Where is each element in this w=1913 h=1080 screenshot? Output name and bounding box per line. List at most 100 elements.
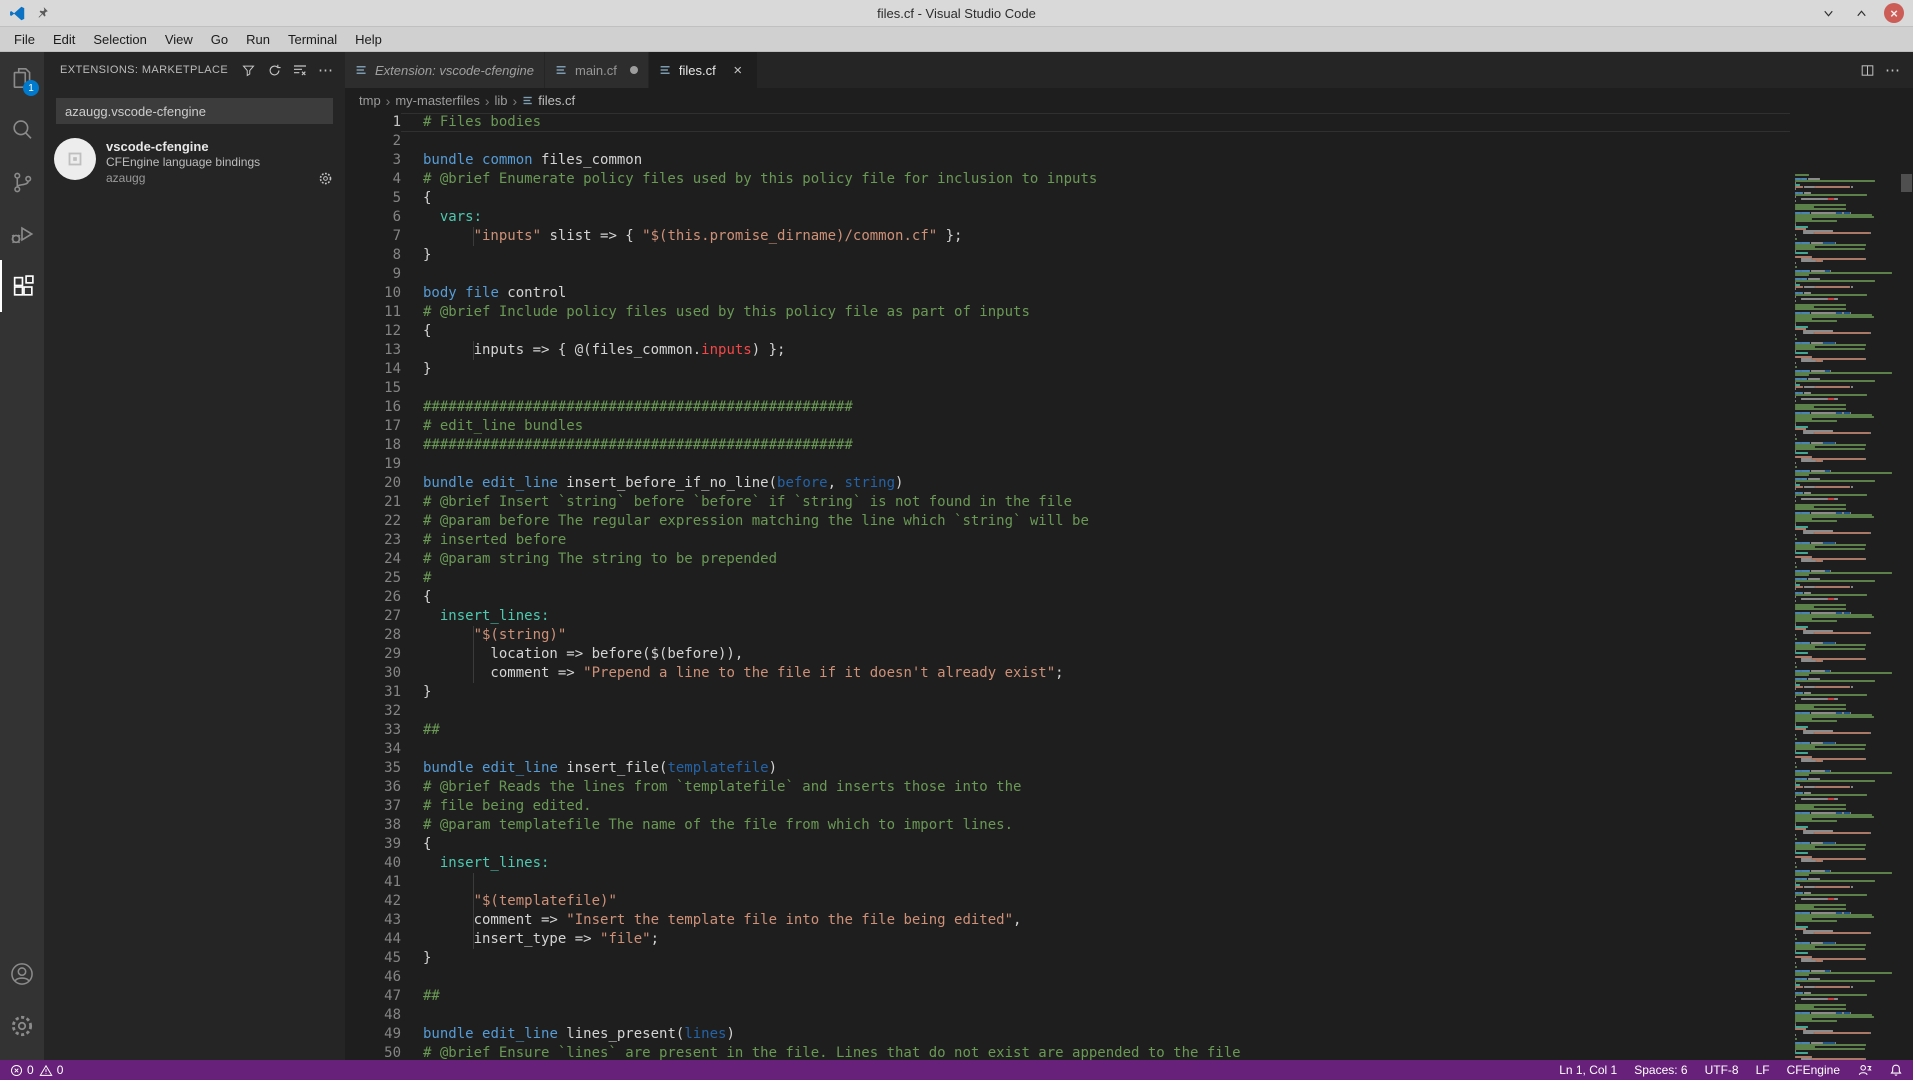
line-number[interactable]: 49: [345, 1025, 401, 1044]
line-number[interactable]: 14: [345, 360, 401, 379]
line-number[interactable]: 24: [345, 550, 401, 569]
indentation-setting[interactable]: Spaces: 6: [1634, 1063, 1687, 1077]
code-line[interactable]: 24# @param string The string to be prepe…: [345, 550, 1790, 569]
activity-run-debug[interactable]: [0, 208, 44, 260]
minimap[interactable]: [1790, 174, 1900, 1060]
code-line-text[interactable]: "$(string)": [401, 626, 1790, 645]
line-number[interactable]: 45: [345, 949, 401, 968]
line-number[interactable]: 20: [345, 474, 401, 493]
code-line[interactable]: 42 "$(templatefile)": [345, 892, 1790, 911]
code-line-text[interactable]: comment => "Prepend a line to the file i…: [401, 664, 1790, 683]
code-line-text[interactable]: # @brief Include policy files used by th…: [401, 303, 1790, 322]
code-line-text[interactable]: }: [401, 949, 1790, 968]
extension-gear-icon[interactable]: [318, 171, 333, 186]
code-line[interactable]: 48: [345, 1006, 1790, 1025]
code-line-text[interactable]: {: [401, 588, 1790, 607]
line-number[interactable]: 50: [345, 1044, 401, 1060]
code-line[interactable]: 23# inserted before: [345, 531, 1790, 550]
code-line[interactable]: 36# @brief Reads the lines from `templat…: [345, 778, 1790, 797]
code-line-text[interactable]: comment => "Insert the template file int…: [401, 911, 1790, 930]
breadcrumb-item-tmp[interactable]: tmp: [359, 93, 381, 108]
code-line-text[interactable]: # @param before The regular expression m…: [401, 512, 1790, 531]
line-number[interactable]: 21: [345, 493, 401, 512]
line-number[interactable]: 29: [345, 645, 401, 664]
code-line[interactable]: 20bundle edit_line insert_before_if_no_l…: [345, 474, 1790, 493]
code-line-text[interactable]: #: [401, 569, 1790, 588]
notifications-bell-icon[interactable]: [1889, 1063, 1903, 1077]
breadcrumb-item-file[interactable]: files.cf: [522, 93, 575, 108]
line-number[interactable]: 47: [345, 987, 401, 1006]
code-line-text[interactable]: [401, 379, 1790, 398]
code-line[interactable]: 43 comment => "Insert the template file …: [345, 911, 1790, 930]
code-line-text[interactable]: ########################################…: [401, 436, 1790, 455]
menu-terminal[interactable]: Terminal: [279, 32, 346, 47]
more-actions-icon[interactable]: ⋯: [315, 59, 337, 81]
line-number[interactable]: 15: [345, 379, 401, 398]
line-number[interactable]: 13: [345, 341, 401, 360]
code-line-text[interactable]: location => before($(before)),: [401, 645, 1790, 664]
split-editor-icon[interactable]: [1860, 63, 1875, 78]
line-number[interactable]: 44: [345, 930, 401, 949]
line-number[interactable]: 39: [345, 835, 401, 854]
filter-icon[interactable]: [237, 59, 259, 81]
menu-edit[interactable]: Edit: [44, 32, 84, 47]
line-number[interactable]: 3: [345, 151, 401, 170]
line-number[interactable]: 11: [345, 303, 401, 322]
code-line-text[interactable]: ########################################…: [401, 398, 1790, 417]
window-minimize-icon[interactable]: [1818, 3, 1838, 23]
menu-file[interactable]: File: [5, 32, 44, 47]
code-line[interactable]: 30 comment => "Prepend a line to the fil…: [345, 664, 1790, 683]
line-number[interactable]: 27: [345, 607, 401, 626]
code-line-text[interactable]: body file control: [401, 284, 1790, 303]
code-line-text[interactable]: insert_type => "file";: [401, 930, 1790, 949]
code-line-text[interactable]: # Files bodies: [401, 113, 1790, 132]
line-number[interactable]: 46: [345, 968, 401, 987]
code-line[interactable]: 8}: [345, 246, 1790, 265]
activity-source-control[interactable]: [0, 156, 44, 208]
code-line-text[interactable]: # @brief Reads the lines from `templatef…: [401, 778, 1790, 797]
line-number[interactable]: 43: [345, 911, 401, 930]
code-line-text[interactable]: ##: [401, 721, 1790, 740]
code-line-text[interactable]: }: [401, 683, 1790, 702]
menu-view[interactable]: View: [156, 32, 202, 47]
tab-close-icon[interactable]: ×: [729, 62, 747, 79]
code-line[interactable]: 3bundle common files_common: [345, 151, 1790, 170]
code-line[interactable]: 50# @brief Ensure `lines` are present in…: [345, 1044, 1790, 1060]
code-line[interactable]: 17# edit_line bundles: [345, 417, 1790, 436]
line-number[interactable]: 8: [345, 246, 401, 265]
code-line-text[interactable]: [401, 1006, 1790, 1025]
code-line[interactable]: 26{: [345, 588, 1790, 607]
code-editor[interactable]: 1# Files bodies23bundle common files_com…: [345, 113, 1790, 1060]
code-line[interactable]: 34: [345, 740, 1790, 759]
encoding-setting[interactable]: UTF-8: [1705, 1063, 1739, 1077]
line-number[interactable]: 41: [345, 873, 401, 892]
code-line[interactable]: 38# @param templatefile The name of the …: [345, 816, 1790, 835]
code-line-text[interactable]: vars:: [401, 208, 1790, 227]
code-line-text[interactable]: bundle common files_common: [401, 151, 1790, 170]
modified-dot-icon[interactable]: [630, 66, 638, 74]
code-line[interactable]: 32: [345, 702, 1790, 721]
line-number[interactable]: 38: [345, 816, 401, 835]
line-number[interactable]: 6: [345, 208, 401, 227]
code-line[interactable]: 1# Files bodies: [345, 113, 1790, 132]
code-line[interactable]: 39{: [345, 835, 1790, 854]
code-line-text[interactable]: }: [401, 360, 1790, 379]
line-number[interactable]: 5: [345, 189, 401, 208]
code-line-text[interactable]: inputs => { @(files_common.inputs) };: [401, 341, 1790, 360]
code-line-text[interactable]: ##: [401, 987, 1790, 1006]
code-line-text[interactable]: "$(templatefile)": [401, 892, 1790, 911]
code-line[interactable]: 10body file control: [345, 284, 1790, 303]
code-line[interactable]: 40 insert_lines:: [345, 854, 1790, 873]
line-number[interactable]: 1: [345, 113, 401, 132]
activity-search[interactable]: [0, 104, 44, 156]
code-line[interactable]: 6 vars:: [345, 208, 1790, 227]
code-line-text[interactable]: "inputs" slist => { "$(this.promise_dirn…: [401, 227, 1790, 246]
line-number[interactable]: 7: [345, 227, 401, 246]
code-line-text[interactable]: {: [401, 835, 1790, 854]
line-number[interactable]: 35: [345, 759, 401, 778]
code-line[interactable]: 27 insert_lines:: [345, 607, 1790, 626]
code-line[interactable]: 35bundle edit_line insert_file(templatef…: [345, 759, 1790, 778]
code-line[interactable]: 15: [345, 379, 1790, 398]
menu-help[interactable]: Help: [346, 32, 391, 47]
code-line[interactable]: 13 inputs => { @(files_common.inputs) };: [345, 341, 1790, 360]
